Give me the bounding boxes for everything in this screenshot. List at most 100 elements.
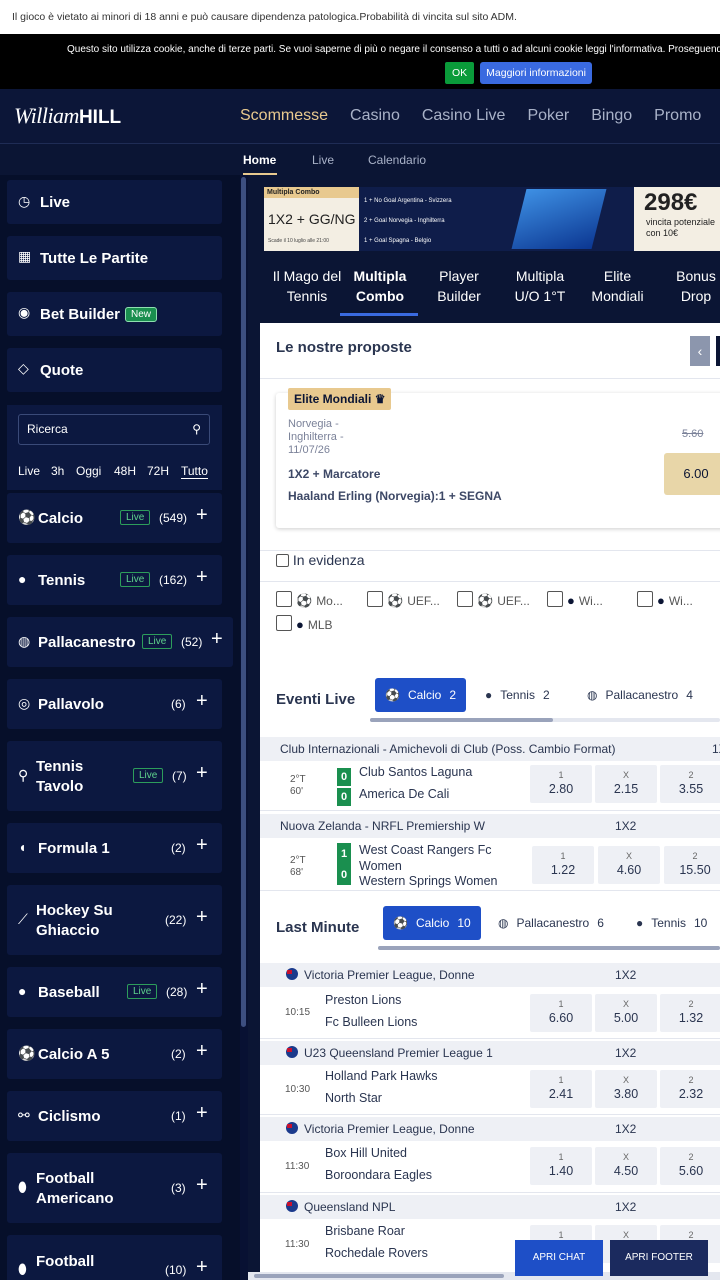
lastmin-sport-tab-pallacanestro[interactable]: ◍ Pallacanestro 6 bbox=[498, 906, 604, 940]
lastmin-sport-tab-calcio[interactable]: ⚽ Calcio 10 bbox=[383, 906, 481, 940]
search-input[interactable]: Ricerca ⚲ bbox=[18, 414, 210, 445]
chip-filter[interactable]: ⚽ UEF... bbox=[367, 591, 440, 609]
subnav-live[interactable]: Live bbox=[312, 153, 334, 167]
proposal-odd-button[interactable]: 6.00 bbox=[664, 453, 720, 495]
filter-3h[interactable]: 3h bbox=[51, 464, 64, 478]
lastmin-tabs-scrollbar[interactable] bbox=[378, 946, 720, 950]
expand-plus-icon[interactable]: + bbox=[196, 978, 208, 1001]
sidebar-sport-baseball[interactable]: ● Baseball Live (28) + bbox=[7, 967, 222, 1017]
basketball-icon: ◍ bbox=[18, 633, 31, 649]
odd-button[interactable]: 1 1.40 bbox=[530, 1147, 592, 1185]
highlight-toggle[interactable]: In evidenza bbox=[276, 552, 365, 568]
sidebar-sport-football-americano[interactable]: ⬮ Football Americano (3) + bbox=[7, 1153, 222, 1223]
nav-poker[interactable]: Poker bbox=[527, 107, 569, 125]
sidebar-sport-pallavolo[interactable]: ◎ Pallavolo (6) + bbox=[7, 679, 222, 729]
sidebar-sport-pallacanestro[interactable]: ◍ Pallacanestro Live (52) + bbox=[7, 617, 233, 667]
cookie-more-button[interactable]: Maggiori informazioni bbox=[480, 62, 592, 84]
promo-banner[interactable]: Multipla Combo 1X2 + GG/NG Scade il 10 l… bbox=[264, 187, 720, 251]
odd-button[interactable]: 2 1.32 bbox=[660, 994, 720, 1032]
odd-button[interactable]: 2 3.55 bbox=[660, 765, 720, 803]
sidebar-scrollbar[interactable] bbox=[240, 175, 248, 1280]
sidebar-item-quote[interactable]: ◇ Quote bbox=[7, 348, 222, 392]
expand-plus-icon[interactable]: + bbox=[196, 834, 208, 857]
live-sport-tab-pallacanestro[interactable]: ◍ Pallacanestro 4 bbox=[587, 678, 693, 712]
tab-mago-tennis[interactable]: Il Mago del Tennis bbox=[272, 266, 342, 306]
tab-multipla-uo[interactable]: Multipla U/O 1°T bbox=[505, 266, 575, 306]
highlight-checkbox[interactable] bbox=[276, 554, 289, 567]
odd-button[interactable]: X 2.15 bbox=[595, 765, 657, 803]
sidebar-sport-formula-1[interactable]: ◖ Formula 1 (2) + bbox=[7, 823, 222, 873]
odd-button[interactable]: 2 5.60 bbox=[660, 1147, 720, 1185]
odd-button[interactable]: X 4.50 bbox=[595, 1147, 657, 1185]
chip-filter[interactable]: ⚽ Mo... bbox=[276, 591, 343, 609]
live-sport-tab-calcio[interactable]: ⚽ Calcio 2 bbox=[375, 678, 466, 712]
sidebar-sport-tennis[interactable]: ● Tennis Live (162) + bbox=[7, 555, 222, 605]
nav-casino-live[interactable]: Casino Live bbox=[422, 107, 506, 125]
expand-plus-icon[interactable]: + bbox=[211, 628, 223, 651]
open-footer-button[interactable]: APRI FOOTER bbox=[610, 1240, 708, 1276]
odd-button[interactable]: X 3.80 bbox=[595, 1070, 657, 1108]
william-hill-logo[interactable]: WilliamHILL bbox=[14, 103, 121, 129]
subnav-calendario[interactable]: Calendario bbox=[368, 153, 426, 167]
carousel-prev-button[interactable]: ‹ bbox=[690, 336, 710, 366]
expand-plus-icon[interactable]: + bbox=[196, 1174, 208, 1197]
sidebar-item-tutte-le-partite[interactable]: ▦ Tutte Le Partite bbox=[7, 236, 222, 280]
chip-filter[interactable]: ● MLB bbox=[276, 615, 333, 632]
sidebar-sport-hockey[interactable]: ⟋ Hockey Su Ghiaccio (22) + bbox=[7, 885, 222, 955]
filter-72h[interactable]: 72H bbox=[147, 464, 169, 478]
sidebar-sport-calcio[interactable]: ⚽ Calcio Live (549) + bbox=[7, 493, 222, 543]
subnav-home[interactable]: Home bbox=[243, 153, 276, 167]
expand-plus-icon[interactable]: + bbox=[196, 566, 208, 589]
tab-bonus-drop[interactable]: Bonus Drop bbox=[670, 266, 720, 306]
odd-button[interactable]: 1 1.22 bbox=[532, 846, 594, 884]
tab-multipla-combo[interactable]: Multipla Combo bbox=[345, 266, 415, 306]
odd-button[interactable]: X 5.00 bbox=[595, 994, 657, 1032]
chip-filter[interactable]: ● Wi... bbox=[637, 591, 693, 608]
event-row[interactable]: 10:15 Preston Lions Fc Bulleen Lions 1 6.… bbox=[260, 987, 720, 1039]
expand-plus-icon[interactable]: + bbox=[196, 690, 208, 713]
sidebar-item-live[interactable]: ◷ Live bbox=[7, 180, 222, 224]
tab-player-builder[interactable]: Player Builder bbox=[430, 266, 488, 306]
chip-filter[interactable]: ● Wi... bbox=[547, 591, 603, 608]
odd-button[interactable]: 2 15.50 bbox=[664, 846, 720, 884]
open-chat-button[interactable]: APRI CHAT bbox=[515, 1240, 603, 1276]
tab-elite-mondiali[interactable]: Elite Mondiali bbox=[590, 266, 645, 306]
sidebar-sport-football[interactable]: ⬮ Football (10) + bbox=[7, 1235, 222, 1280]
filter-live[interactable]: Live bbox=[18, 464, 40, 478]
sidebar-sport-tennis-tavolo[interactable]: ⚲ Tennis Tavolo Live (7) + bbox=[7, 741, 222, 811]
live-sport-tab-tennis[interactable]: ● Tennis 2 bbox=[485, 678, 550, 712]
expand-plus-icon[interactable]: + bbox=[196, 504, 208, 527]
search-icon[interactable]: ⚲ bbox=[192, 415, 201, 444]
odd-button[interactable]: 2 2.32 bbox=[660, 1070, 720, 1108]
odd-button[interactable]: 1 6.60 bbox=[530, 994, 592, 1032]
chip-filter[interactable]: ⚽ UEF... bbox=[457, 591, 530, 609]
event-row[interactable]: 2°T 68' 1 0 West Coast Rangers Fc Women … bbox=[260, 838, 720, 891]
filter-tutto[interactable]: Tutto bbox=[181, 464, 208, 479]
event-row[interactable]: 2°T 60' 0 0 Club Santos Laguna America D… bbox=[260, 761, 720, 811]
sidebar-sport-ciclismo[interactable]: ⚯ Ciclismo (1) + bbox=[7, 1091, 222, 1141]
sidebar-item-bet-builder[interactable]: ◉ Bet Builder New bbox=[7, 292, 222, 336]
expand-plus-icon[interactable]: + bbox=[196, 762, 208, 785]
odd-button[interactable]: X 4.60 bbox=[598, 846, 660, 884]
sport-tabs-scrollbar[interactable] bbox=[370, 718, 720, 722]
filter-48h[interactable]: 48H bbox=[114, 464, 136, 478]
cookie-ok-button[interactable]: OK bbox=[445, 62, 475, 84]
scrollbar-thumb[interactable] bbox=[241, 177, 246, 1027]
event-row[interactable]: 11:30 Box Hill United Boroondara Eagles … bbox=[260, 1141, 720, 1193]
event-row[interactable]: 10:30 Holland Park Hawks North Star 1 2.4… bbox=[260, 1065, 720, 1115]
nav-scommesse[interactable]: Scommesse bbox=[240, 107, 328, 125]
nav-promo[interactable]: Promo bbox=[654, 107, 701, 125]
odd-button[interactable]: 1 2.80 bbox=[530, 765, 592, 803]
odd-button[interactable]: 1 2.41 bbox=[530, 1070, 592, 1108]
proposal-card[interactable]: Elite Mondiali ♛ Norvegia - Inghilterra … bbox=[276, 388, 720, 528]
filter-oggi[interactable]: Oggi bbox=[76, 464, 101, 478]
carousel-next-button[interactable] bbox=[716, 336, 720, 366]
expand-plus-icon[interactable]: + bbox=[196, 1040, 208, 1063]
expand-plus-icon[interactable]: + bbox=[196, 1256, 208, 1279]
lastmin-sport-tab-tennis[interactable]: ● Tennis 10 bbox=[636, 906, 707, 940]
nav-casino[interactable]: Casino bbox=[350, 107, 400, 125]
expand-plus-icon[interactable]: + bbox=[196, 1102, 208, 1125]
nav-bingo[interactable]: Bingo bbox=[591, 107, 632, 125]
sidebar-sport-calcio-a-5[interactable]: ⚽ Calcio A 5 (2) + bbox=[7, 1029, 222, 1079]
expand-plus-icon[interactable]: + bbox=[196, 906, 208, 929]
